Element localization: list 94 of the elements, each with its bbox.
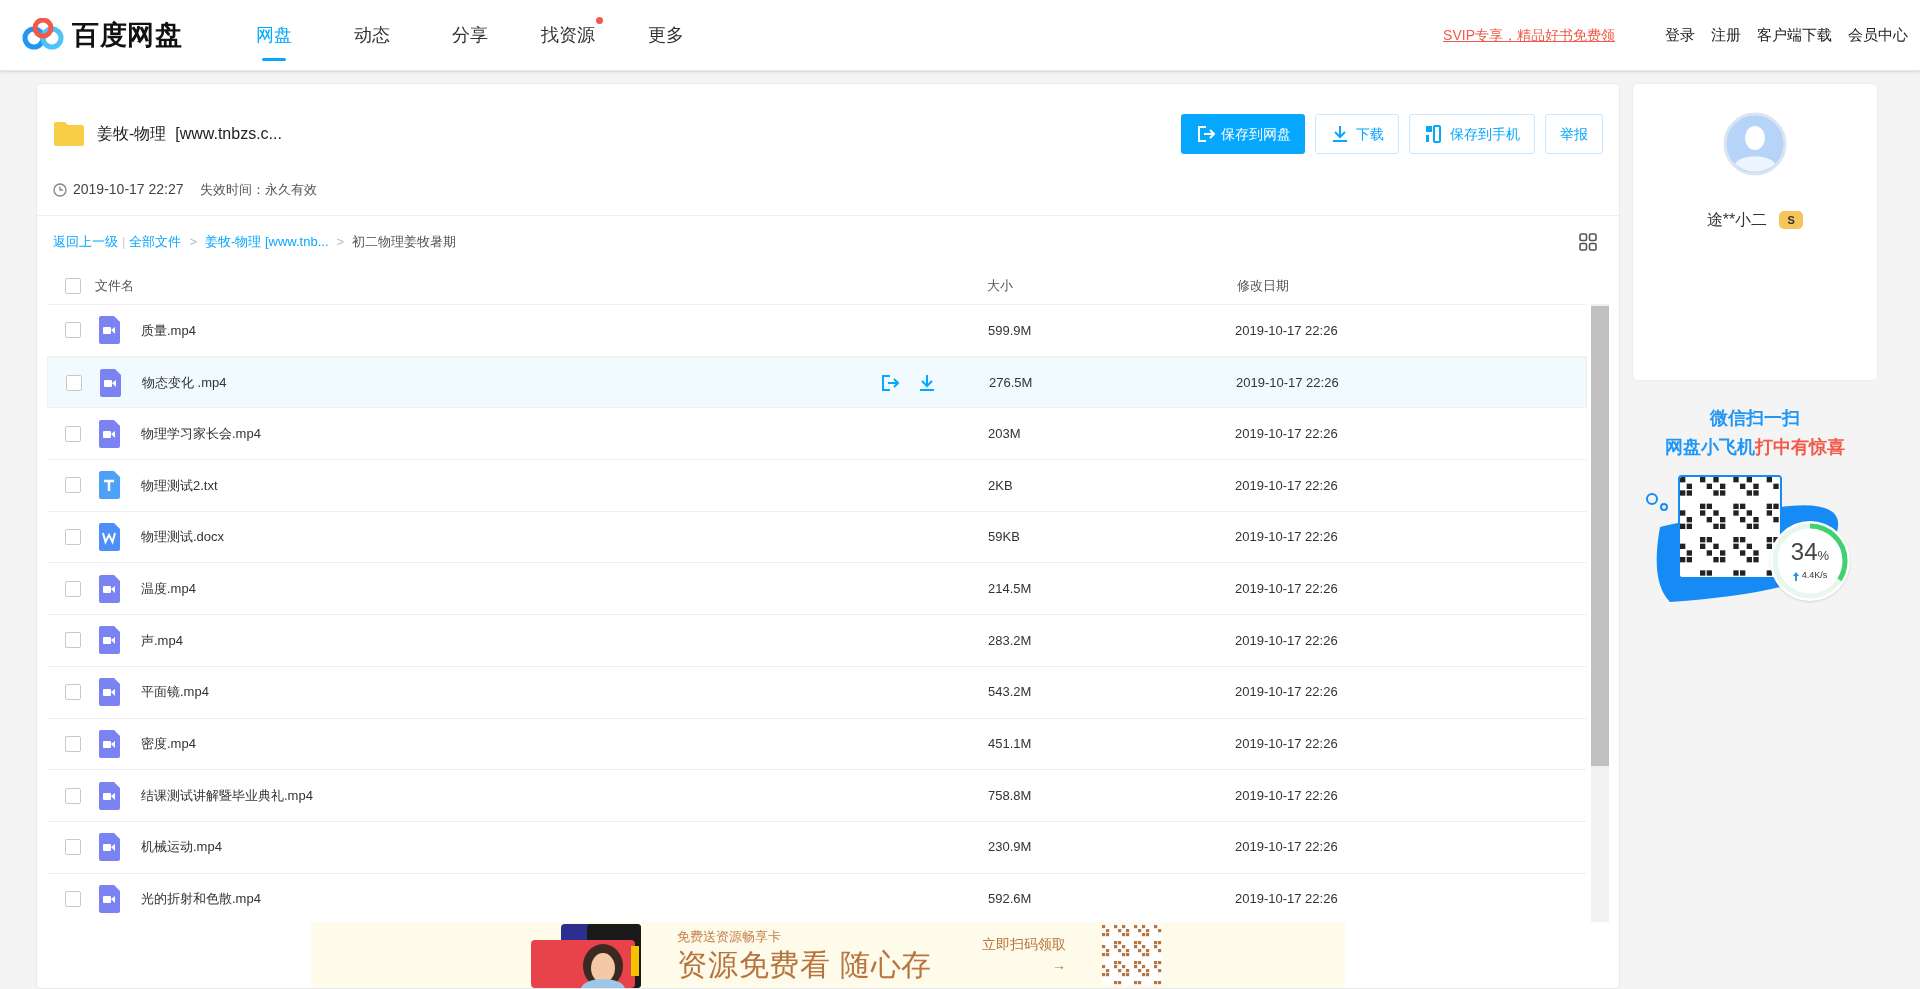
header-link[interactable]: 客户端下载 bbox=[1757, 23, 1832, 47]
arrow-text: → bbox=[1052, 956, 1067, 975]
banner-subtitle: 免费送资源畅享卡 bbox=[677, 928, 782, 947]
separator: | bbox=[122, 233, 126, 252]
avatar-icon bbox=[1723, 112, 1787, 176]
file-size: 203M bbox=[988, 424, 1022, 443]
promo-line: 网盘小飞机打中有惊喜 bbox=[1665, 436, 1845, 459]
nav-tab[interactable]: 动态 bbox=[323, 0, 421, 71]
file-size: 599.9M bbox=[988, 321, 1033, 340]
file-name[interactable]: 光的折射和色散.mp4 bbox=[141, 889, 878, 909]
checkbox[interactable] bbox=[65, 477, 81, 494]
modified-date: 2019-10-17 22:26 bbox=[1235, 528, 1338, 547]
file-name[interactable]: 物理测试.docx bbox=[141, 527, 878, 547]
modified-date: 2019-10-17 22:26 bbox=[1235, 786, 1338, 805]
download-button[interactable] bbox=[917, 372, 937, 393]
checkbox[interactable] bbox=[65, 787, 81, 804]
modified-date: 2019-10-17 22:26 bbox=[1235, 735, 1338, 754]
nav-tab[interactable]: 更多 bbox=[617, 0, 715, 71]
modified-date: 2019-10-17 22:26 bbox=[1235, 424, 1338, 443]
up-arrow-icon bbox=[1792, 571, 1799, 581]
file-size: 543.2M bbox=[988, 683, 1033, 702]
modified-date: 2019-10-17 22:26 bbox=[1236, 373, 1339, 392]
save-icon bbox=[1195, 124, 1215, 144]
share-time: 2019-10-17 22:27 bbox=[73, 180, 184, 199]
file-name[interactable]: 物理学习家长会.mp4 bbox=[141, 423, 878, 444]
modified-date: 2019-10-17 22:26 bbox=[1235, 890, 1338, 909]
header-link[interactable]: 注册 bbox=[1711, 23, 1741, 47]
file-name[interactable]: 质量.mp4 bbox=[141, 320, 878, 341]
phone-icon bbox=[1424, 124, 1444, 144]
checkbox[interactable] bbox=[65, 839, 81, 856]
file-size: 276.5M bbox=[989, 373, 1034, 392]
file-size: 59KB bbox=[988, 528, 1021, 547]
banner-qr-drawing bbox=[1102, 925, 1163, 985]
nav-tab[interactable]: 找资源 bbox=[519, 0, 617, 71]
share-title: 姜牧-物理 [www.tnbzs.c... bbox=[97, 124, 282, 144]
checkbox[interactable] bbox=[65, 425, 81, 442]
separator: > bbox=[336, 233, 345, 252]
file-size: 758.8M bbox=[988, 786, 1033, 805]
file-size: 592.6M bbox=[988, 890, 1033, 909]
checkbox[interactable] bbox=[65, 684, 81, 701]
promo-line: 微信扫一扫 bbox=[1710, 407, 1800, 430]
file-name[interactable]: 声.mp4 bbox=[141, 630, 878, 651]
column-header[interactable]: 修改日期 bbox=[1237, 276, 1289, 296]
checkbox[interactable] bbox=[66, 374, 82, 391]
file-name[interactable]: 平面镜.mp4 bbox=[141, 682, 878, 702]
clock-icon bbox=[53, 182, 67, 197]
file-name[interactable]: 机械运动.mp4 bbox=[141, 837, 878, 857]
speed-percent: 34% bbox=[1790, 539, 1830, 568]
save-to-disk-button[interactable] bbox=[879, 372, 899, 393]
file-name[interactable]: 物态变化 .mp4 bbox=[142, 372, 879, 393]
download-icon bbox=[917, 372, 937, 393]
scrollbar[interactable] bbox=[1591, 304, 1609, 922]
folder-icon bbox=[53, 121, 85, 147]
grid-view-icon bbox=[1579, 233, 1597, 251]
user-name: 途**小二 bbox=[1706, 210, 1768, 230]
expiry-text: 失效时间：永久有效 bbox=[199, 180, 317, 199]
checkbox[interactable] bbox=[65, 580, 81, 597]
banner-cta: 立即扫码领取 bbox=[982, 935, 1067, 954]
modified-date: 2019-10-17 22:26 bbox=[1235, 683, 1338, 702]
checkbox[interactable] bbox=[65, 529, 81, 546]
separator: > bbox=[189, 233, 197, 252]
header-link[interactable]: 登录 bbox=[1665, 23, 1695, 47]
vip-badge: S bbox=[1779, 211, 1804, 229]
download-icon bbox=[1330, 124, 1350, 144]
file-size: 230.9M bbox=[988, 838, 1033, 857]
file-name[interactable]: 温度.mp4 bbox=[141, 579, 878, 599]
save-icon bbox=[879, 372, 899, 393]
file-size: 2KB bbox=[988, 476, 1014, 495]
column-header[interactable]: 文件名 bbox=[95, 276, 987, 296]
checkbox[interactable] bbox=[65, 890, 81, 907]
modified-date: 2019-10-17 22:26 bbox=[1235, 476, 1338, 495]
modified-date: 2019-10-17 22:26 bbox=[1235, 838, 1338, 857]
file-size: 214.5M bbox=[988, 580, 1033, 599]
nav-tab[interactable]: 分享 bbox=[421, 0, 519, 71]
checkbox[interactable] bbox=[65, 735, 81, 752]
promo-banner[interactable]: 免费送资源畅享卡 资源免费看 随心存 立即扫码领取 → bbox=[311, 922, 1345, 988]
file-size: 451.1M bbox=[988, 735, 1033, 754]
file-name[interactable]: 密度.mp4 bbox=[141, 734, 878, 754]
banner-headline: 资源免费看 随心存 bbox=[677, 946, 933, 983]
modified-date: 2019-10-17 22:26 bbox=[1235, 631, 1338, 650]
modified-date: 2019-10-17 22:26 bbox=[1235, 321, 1338, 340]
file-size: 283.2M bbox=[988, 631, 1033, 650]
modified-date: 2019-10-17 22:26 bbox=[1235, 580, 1338, 599]
speed-rate: 4.4K/s bbox=[1801, 569, 1828, 583]
breadcrumb-current: 初二物理姜牧暑期 bbox=[352, 233, 457, 252]
logo-icon bbox=[22, 18, 64, 52]
header-link[interactable]: 会员中心 bbox=[1848, 23, 1908, 47]
checkbox[interactable] bbox=[65, 278, 81, 294]
column-header[interactable]: 大小 bbox=[987, 276, 1237, 296]
file-name[interactable]: 结课测试讲解暨毕业典礼.mp4 bbox=[141, 785, 878, 806]
file-name[interactable]: 物理测试2.txt bbox=[141, 475, 878, 496]
checkbox[interactable] bbox=[65, 632, 81, 649]
logo-text: 百度网盘 bbox=[72, 18, 183, 52]
checkbox[interactable] bbox=[65, 322, 81, 339]
